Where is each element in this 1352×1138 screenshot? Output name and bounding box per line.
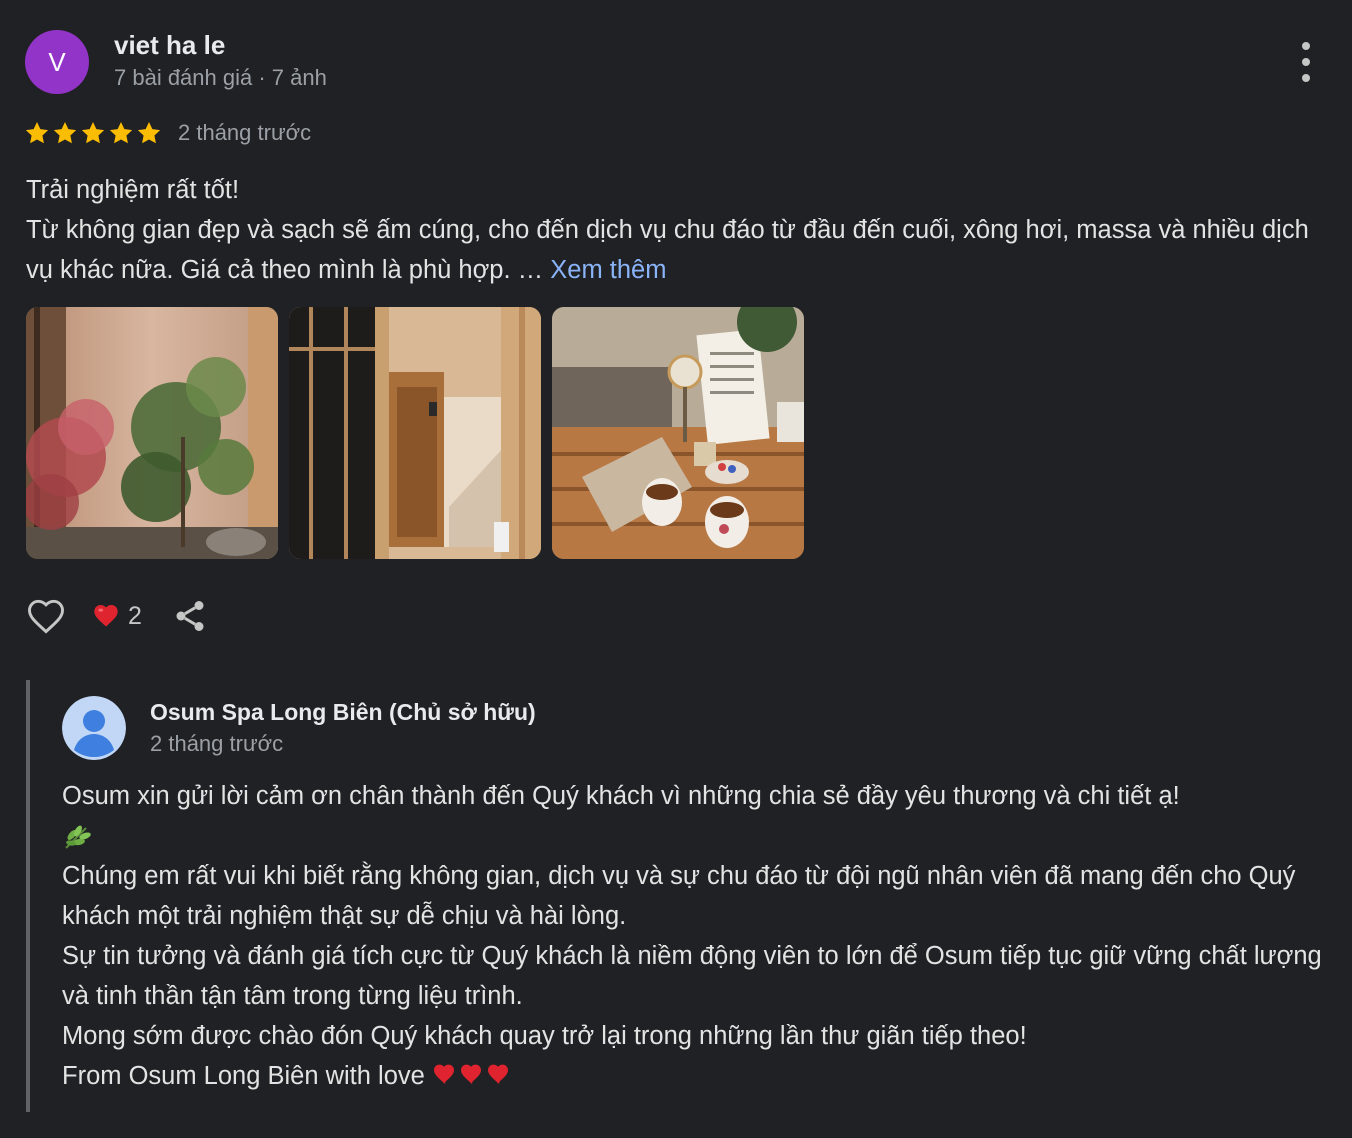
- star-icon: [81, 121, 105, 144]
- reply-line: Osum xin gửi lời cảm ơn chân thành đến Q…: [62, 782, 1180, 810]
- review-text: Trải nghiệm rất tốt! Từ không gian đẹp v…: [26, 170, 1336, 290]
- star-icon: [53, 121, 77, 144]
- three-red-hearts-icon: [433, 1064, 508, 1084]
- share-icon[interactable]: [172, 598, 208, 634]
- reviewer-initial: V: [48, 46, 66, 77]
- reply-line: From Osum Long Biên with love: [62, 1056, 1337, 1096]
- review-time: 2 tháng trước: [178, 120, 312, 145]
- lobby-plants-photo[interactable]: [26, 307, 278, 559]
- owner-name[interactable]: Osum Spa Long Biên (Chủ sở hữu): [150, 699, 536, 726]
- stairway-doorway-photo[interactable]: [289, 307, 541, 559]
- reply-emoji-line: [62, 816, 1337, 856]
- more-options-icon[interactable]: [1290, 42, 1322, 82]
- tea-table-photo[interactable]: [552, 307, 804, 559]
- review-line: Từ không gian đẹp và sạch sẽ ấm cúng, ch…: [26, 216, 1309, 284]
- reaction-button[interactable]: 2: [92, 602, 142, 631]
- reply-line: Sự tin tưởng và đánh giá tích cực từ Quý…: [62, 942, 1322, 1010]
- star-rating: [24, 120, 162, 146]
- star-icon: [25, 121, 49, 144]
- star-icon: [109, 121, 133, 144]
- owner-reply-time: 2 tháng trước: [150, 731, 284, 756]
- review-card: V viet ha le 7 bài đánh giá · 7 ảnh 2 th…: [0, 0, 1352, 1138]
- red-heart-icon: [94, 605, 118, 627]
- review-actions: 2: [24, 594, 208, 638]
- owner-reply-text: Osum xin gửi lời cảm ơn chân thành đến Q…: [62, 776, 1337, 1096]
- reviewer-meta: 7 bài đánh giá · 7 ảnh: [114, 65, 327, 90]
- heart-outline-icon[interactable]: [24, 594, 68, 638]
- reply-line: Chúng em rất vui khi biết rằng không gia…: [62, 862, 1296, 930]
- reaction-count: 2: [128, 601, 142, 630]
- star-icon: [137, 121, 161, 144]
- owner-avatar[interactable]: [62, 696, 126, 760]
- reviewer-name[interactable]: viet ha le: [114, 30, 225, 61]
- herb-leaf-icon: [65, 825, 91, 849]
- reply-divider: [26, 680, 30, 1112]
- review-photos: [26, 307, 804, 559]
- rating-row: 2 tháng trước: [24, 116, 311, 150]
- review-line: Trải nghiệm rất tốt!: [26, 176, 240, 204]
- see-more-link[interactable]: Xem thêm: [550, 256, 666, 284]
- reply-line: Mong sớm được chào đón Quý khách quay tr…: [62, 1022, 1027, 1050]
- reviewer-avatar[interactable]: V: [25, 30, 89, 94]
